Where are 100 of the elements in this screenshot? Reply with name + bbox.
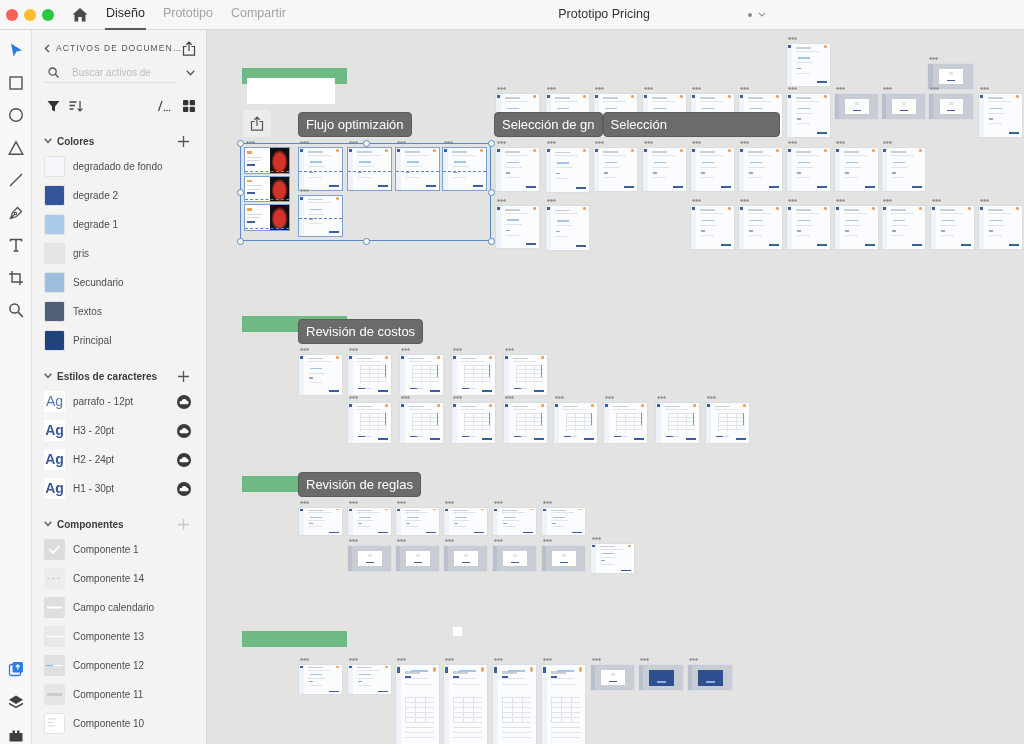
back-icon[interactable] <box>44 43 50 53</box>
home-icon[interactable] <box>72 7 88 22</box>
color-name: degrade 2 <box>73 189 119 203</box>
ellipsis-icon <box>300 189 309 192</box>
ellipsis-icon <box>788 87 797 90</box>
ellipsis-icon <box>349 501 358 504</box>
chevron-down-icon[interactable] <box>44 521 52 527</box>
ellipsis-icon <box>547 87 556 90</box>
ellipsis-icon <box>592 537 601 540</box>
style-name: parrafo - 12pt <box>73 395 134 409</box>
card-thumbnail-icon[interactable] <box>44 713 65 734</box>
ellipsis-icon <box>397 658 406 661</box>
flow-label: Selección <box>602 112 780 137</box>
ellipsis-icon <box>707 396 716 399</box>
ellipse-icon[interactable] <box>7 107 24 123</box>
ellipsis-icon <box>644 141 653 144</box>
upload-icon[interactable] <box>7 661 24 677</box>
resize-handle[interactable] <box>237 238 244 245</box>
type-sample[interactable]: Ag <box>44 449 65 470</box>
color-name: gris <box>73 247 90 261</box>
plus-icon[interactable] <box>178 370 189 382</box>
ellipsis-icon <box>788 141 797 144</box>
ellipsis-icon <box>883 199 892 202</box>
ellipsis-icon <box>543 658 552 661</box>
resize-handle[interactable] <box>363 140 370 147</box>
ellipsis-icon <box>300 141 309 144</box>
ellipsis-icon <box>444 141 453 144</box>
color-swatch-icon[interactable] <box>44 185 65 206</box>
ellipsis-icon <box>300 501 309 504</box>
share-icon[interactable] <box>182 40 197 56</box>
component-name: Componente 12 <box>73 659 145 673</box>
checkbox-icon[interactable] <box>44 539 65 560</box>
flow-label: Selección de gn <box>494 112 603 137</box>
chevron-down-icon[interactable] <box>44 138 52 144</box>
text-icon[interactable] <box>7 237 24 253</box>
ellipsis-icon <box>497 199 506 202</box>
ellipsis-icon <box>300 658 309 661</box>
ellipsis-icon <box>980 199 989 202</box>
ellipsis-icon <box>445 658 454 661</box>
slash-dots-icon[interactable] <box>157 100 171 112</box>
photo-placeholder <box>270 205 289 230</box>
resize-handle[interactable] <box>363 238 370 245</box>
color-swatch-icon[interactable] <box>44 272 65 293</box>
search-icon[interactable] <box>7 302 24 318</box>
line-icon[interactable] <box>7 172 24 188</box>
plus-icon[interactable] <box>178 135 189 147</box>
ellipsis-icon <box>494 501 503 504</box>
ellipsis-icon <box>883 87 892 90</box>
bar-thumbnail-icon[interactable] <box>44 684 65 705</box>
ellipsis-icon <box>692 199 701 202</box>
section-title: Estilos de caracteres <box>57 369 158 384</box>
ellipsis-icon <box>349 539 358 542</box>
color-swatch-icon[interactable] <box>44 301 65 322</box>
ellipsis-icon <box>595 141 604 144</box>
component-name: Componente 10 <box>73 717 145 731</box>
resize-handle[interactable] <box>488 140 495 147</box>
grid-view-icon[interactable] <box>183 100 195 112</box>
ellipsis-icon <box>401 348 410 351</box>
ellipsis-icon <box>505 348 514 351</box>
dot-icon <box>748 12 752 17</box>
ellipsis-icon <box>740 141 749 144</box>
ellipsis-icon <box>547 199 556 202</box>
color-swatch-icon[interactable] <box>44 330 65 351</box>
ellipsis-icon <box>883 141 892 144</box>
resize-handle[interactable] <box>488 189 495 196</box>
ellipsis-icon <box>401 396 410 399</box>
sort-icon[interactable] <box>69 100 83 112</box>
layers-icon[interactable] <box>7 694 24 710</box>
color-name: Textos <box>73 305 102 319</box>
share-button[interactable] <box>243 110 271 137</box>
section-title: Componentes <box>57 517 124 532</box>
ellipsis-icon <box>453 348 462 351</box>
slider-icon[interactable] <box>44 655 65 676</box>
resize-handle[interactable] <box>237 189 244 196</box>
ellipsis-icon <box>692 141 701 144</box>
maximize-button[interactable] <box>42 8 54 21</box>
resize-handle[interactable] <box>237 140 244 147</box>
text-field-icon[interactable] <box>44 597 65 618</box>
pen-icon[interactable] <box>7 204 24 221</box>
color-swatch-icon[interactable] <box>44 156 65 177</box>
chevron-down-icon[interactable] <box>44 373 52 379</box>
rectangle-icon[interactable] <box>7 74 24 91</box>
chevron-down-icon[interactable] <box>186 70 195 76</box>
type-sample[interactable]: Ag <box>44 478 65 499</box>
ellipsis-icon <box>605 396 614 399</box>
ellipsis-icon <box>929 57 938 60</box>
ellipsis-icon <box>494 539 503 542</box>
filter-icon[interactable] <box>47 100 60 112</box>
triangle-icon[interactable] <box>7 139 24 156</box>
flow-label: Revisión de reglas <box>298 472 421 497</box>
close-button[interactable] <box>6 8 18 21</box>
resize-handle[interactable] <box>488 238 495 245</box>
cloud-icon <box>177 452 191 467</box>
ellipsis-icon <box>788 37 797 40</box>
type-sample[interactable]: Ag <box>44 391 65 412</box>
ellipsis-icon <box>657 396 666 399</box>
color-swatch-icon[interactable] <box>44 214 65 235</box>
crop-icon[interactable] <box>7 269 24 286</box>
ellipsis-icon <box>543 501 552 504</box>
type-sample[interactable]: Ag <box>44 420 65 441</box>
